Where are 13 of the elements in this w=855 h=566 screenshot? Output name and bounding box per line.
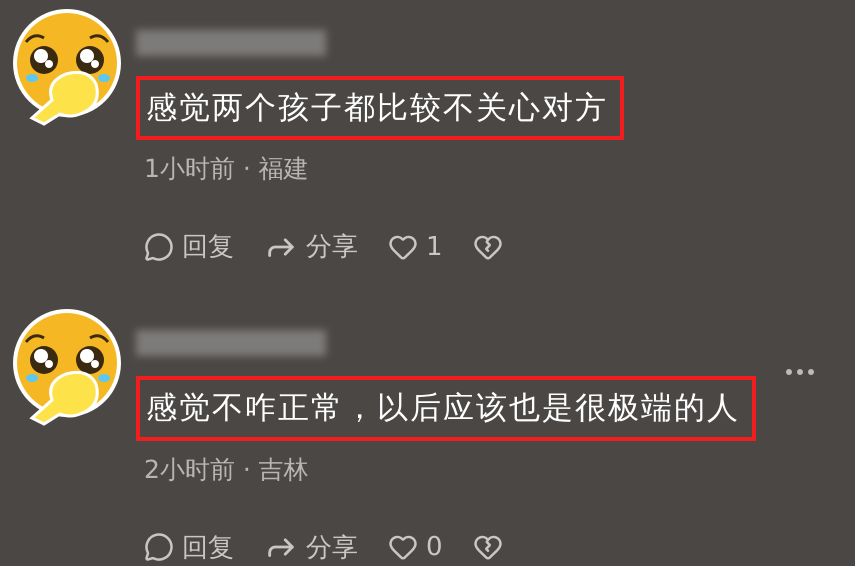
reply-button[interactable]: 回复 <box>144 229 234 264</box>
comment-text: 感觉不咋正常，以后应该也是很极端的人 <box>136 376 756 441</box>
like-button[interactable]: 0 <box>388 532 443 562</box>
time-location: 1小时前 · 福建 <box>143 153 310 186</box>
time-location: 2小时前 · 吉林 <box>143 454 310 486</box>
comment-text: 感觉两个孩子都比较不关心对方 <box>136 76 624 140</box>
speech-bubble-icon <box>144 232 174 262</box>
more-icon[interactable] <box>785 368 815 376</box>
share-button[interactable]: 分享 <box>264 530 358 565</box>
like-button[interactable]: 1 <box>388 232 443 262</box>
speech-bubble-icon <box>144 532 174 562</box>
reply-button[interactable]: 回复 <box>144 530 234 565</box>
share-button[interactable]: 分享 <box>264 229 358 264</box>
